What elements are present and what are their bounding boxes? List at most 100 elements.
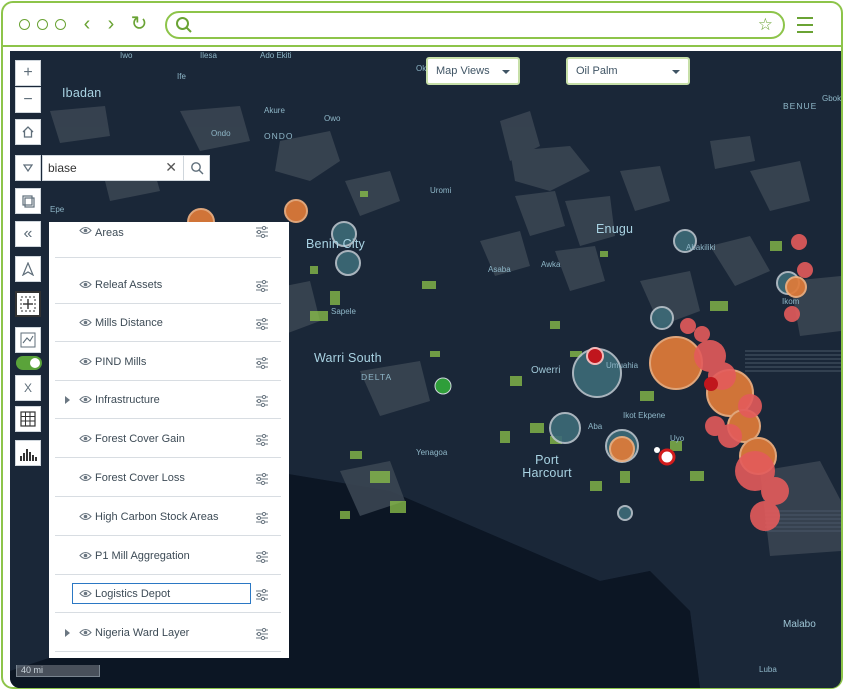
forward-button[interactable]: › bbox=[101, 13, 121, 35]
select-area-button[interactable] bbox=[15, 291, 41, 317]
layer-row[interactable]: Deforestation Protected Areas bbox=[55, 222, 281, 258]
place-label: Benin City bbox=[306, 237, 365, 251]
eye-icon[interactable] bbox=[79, 628, 92, 637]
close-icon[interactable]: ✕ bbox=[165, 159, 177, 176]
search-icon bbox=[176, 17, 192, 33]
layer-label: Nigeria Ward Layer bbox=[95, 627, 190, 639]
place-label: Ondo bbox=[211, 129, 231, 138]
place-label: Uyo bbox=[670, 434, 685, 443]
zoom-in-button[interactable]: + bbox=[15, 60, 41, 86]
triangle-down-icon bbox=[22, 164, 34, 173]
back-button[interactable]: ‹ bbox=[77, 13, 97, 35]
home-button[interactable] bbox=[15, 119, 41, 145]
place-label: Awka bbox=[541, 260, 561, 269]
expand-arrow-icon[interactable] bbox=[65, 396, 70, 404]
place-label: Ife bbox=[177, 72, 186, 81]
address-bar[interactable]: ☆ bbox=[165, 11, 785, 39]
window-dot-icon[interactable] bbox=[55, 19, 66, 30]
eye-icon[interactable] bbox=[79, 512, 92, 521]
place-label: Owo bbox=[324, 114, 341, 123]
bar-chart-icon bbox=[20, 449, 37, 461]
map-views-dropdown[interactable]: Map Views bbox=[426, 57, 520, 85]
layer-label: High Carbon Stock Areas bbox=[95, 511, 219, 523]
layer-settings-icon[interactable] bbox=[255, 318, 269, 330]
place-label: BENUE bbox=[783, 101, 818, 111]
layer-settings-icon[interactable] bbox=[255, 551, 269, 563]
measure-button[interactable] bbox=[15, 256, 41, 282]
layer-settings-icon[interactable] bbox=[255, 473, 269, 485]
eye-icon[interactable] bbox=[79, 551, 92, 560]
eye-icon[interactable] bbox=[79, 473, 92, 482]
place-label: Enugu bbox=[596, 222, 634, 236]
histogram-button[interactable] bbox=[15, 440, 41, 466]
layer-list-panel: Deforestation Protected Areas Releaf Asse… bbox=[49, 222, 289, 658]
table-button[interactable] bbox=[15, 406, 41, 432]
compass-icon bbox=[21, 261, 35, 277]
eye-icon[interactable] bbox=[79, 280, 92, 289]
place-label: Ibadan bbox=[62, 86, 102, 100]
zoom-out-button[interactable]: − bbox=[15, 87, 41, 113]
layer-settings-icon[interactable] bbox=[255, 628, 269, 640]
layer-row[interactable]: High Carbon Stock Areas bbox=[55, 500, 281, 536]
chevron-down-icon bbox=[672, 70, 680, 74]
layer-row[interactable]: Logistics Depot bbox=[55, 577, 281, 613]
expand-arrow-icon[interactable] bbox=[65, 629, 70, 637]
layer-settings-icon[interactable] bbox=[255, 357, 269, 369]
place-label: Ikot Ekpene bbox=[623, 411, 666, 420]
search-expand-button[interactable] bbox=[15, 155, 41, 181]
toggle-switch[interactable] bbox=[16, 356, 42, 370]
reload-button[interactable]: ↻ bbox=[129, 13, 149, 35]
place-label: Ilesa bbox=[200, 51, 217, 60]
window-dot-icon[interactable] bbox=[19, 19, 30, 30]
layer-row[interactable]: Infrastructure bbox=[55, 383, 281, 419]
layer-row[interactable]: Nigeria Ward Layer bbox=[55, 616, 281, 652]
window-dot-icon[interactable] bbox=[37, 19, 48, 30]
toggle-knob bbox=[30, 358, 40, 368]
layer-row[interactable]: Forest Cover Gain bbox=[55, 422, 281, 458]
menu-icon[interactable] bbox=[797, 17, 813, 38]
search-icon bbox=[191, 162, 204, 175]
eye-icon[interactable] bbox=[79, 589, 92, 598]
place-label: ONDO bbox=[264, 131, 294, 141]
map-view[interactable]: Iwo Ilesa Ado Ekiti Ok Ibadan Ife Akure … bbox=[10, 51, 841, 688]
layer-settings-icon[interactable] bbox=[255, 226, 269, 238]
layer-row[interactable]: Mills Distance bbox=[55, 306, 281, 342]
place-label: Iwo bbox=[120, 51, 133, 60]
map-views-label: Map Views bbox=[436, 65, 490, 77]
layer-label: Forest Cover Gain bbox=[95, 433, 185, 445]
layer-settings-icon[interactable] bbox=[255, 280, 269, 292]
layer-row[interactable]: Releaf Assets bbox=[55, 268, 281, 304]
table-icon bbox=[20, 411, 36, 427]
place-label: Luba bbox=[759, 665, 777, 674]
place-label: Asaba bbox=[488, 265, 511, 274]
layer-settings-icon[interactable] bbox=[255, 512, 269, 524]
crop-dropdown[interactable]: Oil Palm bbox=[566, 57, 690, 85]
clear-button[interactable]: X bbox=[15, 375, 41, 401]
layer-row[interactable]: PIND Mills bbox=[55, 345, 281, 381]
sketch-button[interactable] bbox=[15, 327, 41, 353]
place-label: Gbok bbox=[822, 94, 841, 103]
layer-settings-icon[interactable] bbox=[255, 434, 269, 446]
home-icon bbox=[22, 126, 34, 138]
eye-icon[interactable] bbox=[79, 226, 92, 235]
basemap-button[interactable] bbox=[15, 188, 41, 214]
eye-icon[interactable] bbox=[79, 318, 92, 327]
place-label: Uromi bbox=[430, 186, 452, 195]
star-icon[interactable]: ☆ bbox=[758, 15, 773, 35]
eye-icon[interactable] bbox=[79, 395, 92, 404]
layer-row[interactable]: P1 Mill Aggregation bbox=[55, 539, 281, 575]
collapse-panel-button[interactable]: « bbox=[15, 221, 41, 247]
place-label: Ado Ekiti bbox=[260, 51, 292, 60]
eye-icon[interactable] bbox=[79, 434, 92, 443]
eye-icon[interactable] bbox=[79, 357, 92, 366]
layer-settings-icon[interactable] bbox=[255, 589, 269, 601]
layer-row[interactable]: Forest Cover Loss bbox=[55, 461, 281, 497]
search-button[interactable] bbox=[183, 155, 210, 181]
layers-icon bbox=[22, 195, 35, 208]
layer-settings-icon[interactable] bbox=[255, 395, 269, 407]
browser-window: ‹ › ↻ ☆ Iwo Ilesa Ado Ekiti Ok Ibadan If… bbox=[1, 1, 843, 689]
search-value: biase bbox=[48, 161, 77, 175]
scale-bar: 40 mi bbox=[16, 665, 100, 677]
place-label: Sapele bbox=[331, 307, 356, 316]
place-label: Ok bbox=[416, 64, 427, 73]
